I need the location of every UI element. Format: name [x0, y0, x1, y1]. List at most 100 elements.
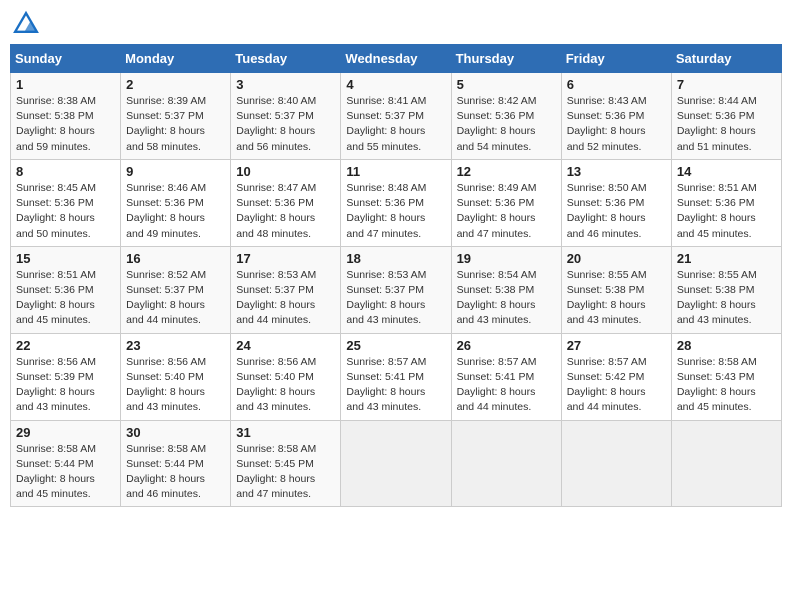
calendar-day-cell: 23 Sunrise: 8:56 AM Sunset: 5:40 PM Dayl…	[121, 333, 231, 420]
calendar-day-cell: 1 Sunrise: 8:38 AM Sunset: 5:38 PM Dayli…	[11, 73, 121, 160]
day-info: Sunrise: 8:46 AM Sunset: 5:36 PM Dayligh…	[126, 181, 225, 242]
calendar-day-cell: 12 Sunrise: 8:49 AM Sunset: 5:36 PM Dayl…	[451, 159, 561, 246]
day-info: Sunrise: 8:52 AM Sunset: 5:37 PM Dayligh…	[126, 268, 225, 329]
day-number: 29	[16, 425, 115, 440]
calendar-day-cell	[451, 420, 561, 507]
calendar-day-cell: 17 Sunrise: 8:53 AM Sunset: 5:37 PM Dayl…	[231, 246, 341, 333]
day-info: Sunrise: 8:42 AM Sunset: 5:36 PM Dayligh…	[457, 94, 556, 155]
weekday-header: Friday	[561, 45, 671, 73]
weekday-header: Thursday	[451, 45, 561, 73]
calendar-week-row: 15 Sunrise: 8:51 AM Sunset: 5:36 PM Dayl…	[11, 246, 782, 333]
day-info: Sunrise: 8:58 AM Sunset: 5:44 PM Dayligh…	[126, 442, 225, 503]
day-number: 3	[236, 77, 335, 92]
calendar-day-cell: 27 Sunrise: 8:57 AM Sunset: 5:42 PM Dayl…	[561, 333, 671, 420]
day-number: 6	[567, 77, 666, 92]
day-number: 12	[457, 164, 556, 179]
day-info: Sunrise: 8:57 AM Sunset: 5:41 PM Dayligh…	[346, 355, 445, 416]
day-number: 30	[126, 425, 225, 440]
day-info: Sunrise: 8:57 AM Sunset: 5:42 PM Dayligh…	[567, 355, 666, 416]
day-number: 26	[457, 338, 556, 353]
day-info: Sunrise: 8:58 AM Sunset: 5:43 PM Dayligh…	[677, 355, 776, 416]
weekday-header: Wednesday	[341, 45, 451, 73]
day-info: Sunrise: 8:54 AM Sunset: 5:38 PM Dayligh…	[457, 268, 556, 329]
day-info: Sunrise: 8:41 AM Sunset: 5:37 PM Dayligh…	[346, 94, 445, 155]
day-number: 1	[16, 77, 115, 92]
day-info: Sunrise: 8:45 AM Sunset: 5:36 PM Dayligh…	[16, 181, 115, 242]
calendar-day-cell: 21 Sunrise: 8:55 AM Sunset: 5:38 PM Dayl…	[671, 246, 781, 333]
day-number: 27	[567, 338, 666, 353]
day-number: 5	[457, 77, 556, 92]
calendar-day-cell: 7 Sunrise: 8:44 AM Sunset: 5:36 PM Dayli…	[671, 73, 781, 160]
day-info: Sunrise: 8:50 AM Sunset: 5:36 PM Dayligh…	[567, 181, 666, 242]
day-info: Sunrise: 8:53 AM Sunset: 5:37 PM Dayligh…	[236, 268, 335, 329]
day-info: Sunrise: 8:56 AM Sunset: 5:40 PM Dayligh…	[236, 355, 335, 416]
calendar-day-cell: 19 Sunrise: 8:54 AM Sunset: 5:38 PM Dayl…	[451, 246, 561, 333]
calendar-day-cell: 10 Sunrise: 8:47 AM Sunset: 5:36 PM Dayl…	[231, 159, 341, 246]
day-number: 2	[126, 77, 225, 92]
calendar-day-cell: 25 Sunrise: 8:57 AM Sunset: 5:41 PM Dayl…	[341, 333, 451, 420]
day-number: 25	[346, 338, 445, 353]
calendar-day-cell: 2 Sunrise: 8:39 AM Sunset: 5:37 PM Dayli…	[121, 73, 231, 160]
calendar-day-cell	[671, 420, 781, 507]
day-info: Sunrise: 8:55 AM Sunset: 5:38 PM Dayligh…	[677, 268, 776, 329]
day-number: 4	[346, 77, 445, 92]
weekday-header: Saturday	[671, 45, 781, 73]
day-number: 14	[677, 164, 776, 179]
day-info: Sunrise: 8:44 AM Sunset: 5:36 PM Dayligh…	[677, 94, 776, 155]
calendar-day-cell: 22 Sunrise: 8:56 AM Sunset: 5:39 PM Dayl…	[11, 333, 121, 420]
day-number: 10	[236, 164, 335, 179]
day-info: Sunrise: 8:51 AM Sunset: 5:36 PM Dayligh…	[16, 268, 115, 329]
calendar-day-cell: 14 Sunrise: 8:51 AM Sunset: 5:36 PM Dayl…	[671, 159, 781, 246]
weekday-header: Sunday	[11, 45, 121, 73]
calendar-day-cell	[561, 420, 671, 507]
day-info: Sunrise: 8:58 AM Sunset: 5:45 PM Dayligh…	[236, 442, 335, 503]
calendar-week-row: 1 Sunrise: 8:38 AM Sunset: 5:38 PM Dayli…	[11, 73, 782, 160]
day-number: 28	[677, 338, 776, 353]
calendar-day-cell: 9 Sunrise: 8:46 AM Sunset: 5:36 PM Dayli…	[121, 159, 231, 246]
logo	[10, 10, 42, 38]
day-info: Sunrise: 8:56 AM Sunset: 5:40 PM Dayligh…	[126, 355, 225, 416]
day-number: 9	[126, 164, 225, 179]
calendar-day-cell: 20 Sunrise: 8:55 AM Sunset: 5:38 PM Dayl…	[561, 246, 671, 333]
day-number: 7	[677, 77, 776, 92]
day-info: Sunrise: 8:49 AM Sunset: 5:36 PM Dayligh…	[457, 181, 556, 242]
weekday-header: Tuesday	[231, 45, 341, 73]
day-number: 31	[236, 425, 335, 440]
day-number: 8	[16, 164, 115, 179]
calendar-week-row: 22 Sunrise: 8:56 AM Sunset: 5:39 PM Dayl…	[11, 333, 782, 420]
day-number: 24	[236, 338, 335, 353]
day-info: Sunrise: 8:48 AM Sunset: 5:36 PM Dayligh…	[346, 181, 445, 242]
day-number: 11	[346, 164, 445, 179]
calendar-day-cell: 26 Sunrise: 8:57 AM Sunset: 5:41 PM Dayl…	[451, 333, 561, 420]
calendar-day-cell: 4 Sunrise: 8:41 AM Sunset: 5:37 PM Dayli…	[341, 73, 451, 160]
day-number: 13	[567, 164, 666, 179]
calendar-day-cell: 8 Sunrise: 8:45 AM Sunset: 5:36 PM Dayli…	[11, 159, 121, 246]
day-number: 20	[567, 251, 666, 266]
calendar-day-cell: 11 Sunrise: 8:48 AM Sunset: 5:36 PM Dayl…	[341, 159, 451, 246]
calendar-week-row: 8 Sunrise: 8:45 AM Sunset: 5:36 PM Dayli…	[11, 159, 782, 246]
calendar-day-cell: 15 Sunrise: 8:51 AM Sunset: 5:36 PM Dayl…	[11, 246, 121, 333]
logo-icon	[12, 10, 40, 38]
day-number: 22	[16, 338, 115, 353]
calendar-day-cell: 5 Sunrise: 8:42 AM Sunset: 5:36 PM Dayli…	[451, 73, 561, 160]
calendar-day-cell: 6 Sunrise: 8:43 AM Sunset: 5:36 PM Dayli…	[561, 73, 671, 160]
day-number: 18	[346, 251, 445, 266]
calendar-day-cell: 29 Sunrise: 8:58 AM Sunset: 5:44 PM Dayl…	[11, 420, 121, 507]
calendar-week-row: 29 Sunrise: 8:58 AM Sunset: 5:44 PM Dayl…	[11, 420, 782, 507]
day-info: Sunrise: 8:43 AM Sunset: 5:36 PM Dayligh…	[567, 94, 666, 155]
day-info: Sunrise: 8:58 AM Sunset: 5:44 PM Dayligh…	[16, 442, 115, 503]
day-info: Sunrise: 8:40 AM Sunset: 5:37 PM Dayligh…	[236, 94, 335, 155]
calendar-day-cell: 3 Sunrise: 8:40 AM Sunset: 5:37 PM Dayli…	[231, 73, 341, 160]
day-number: 19	[457, 251, 556, 266]
calendar-table: SundayMondayTuesdayWednesdayThursdayFrid…	[10, 44, 782, 507]
weekday-header-row: SundayMondayTuesdayWednesdayThursdayFrid…	[11, 45, 782, 73]
day-info: Sunrise: 8:56 AM Sunset: 5:39 PM Dayligh…	[16, 355, 115, 416]
calendar-day-cell: 16 Sunrise: 8:52 AM Sunset: 5:37 PM Dayl…	[121, 246, 231, 333]
calendar-day-cell: 28 Sunrise: 8:58 AM Sunset: 5:43 PM Dayl…	[671, 333, 781, 420]
day-info: Sunrise: 8:47 AM Sunset: 5:36 PM Dayligh…	[236, 181, 335, 242]
calendar-day-cell	[341, 420, 451, 507]
day-number: 16	[126, 251, 225, 266]
calendar-day-cell: 31 Sunrise: 8:58 AM Sunset: 5:45 PM Dayl…	[231, 420, 341, 507]
day-number: 21	[677, 251, 776, 266]
calendar-day-cell: 18 Sunrise: 8:53 AM Sunset: 5:37 PM Dayl…	[341, 246, 451, 333]
